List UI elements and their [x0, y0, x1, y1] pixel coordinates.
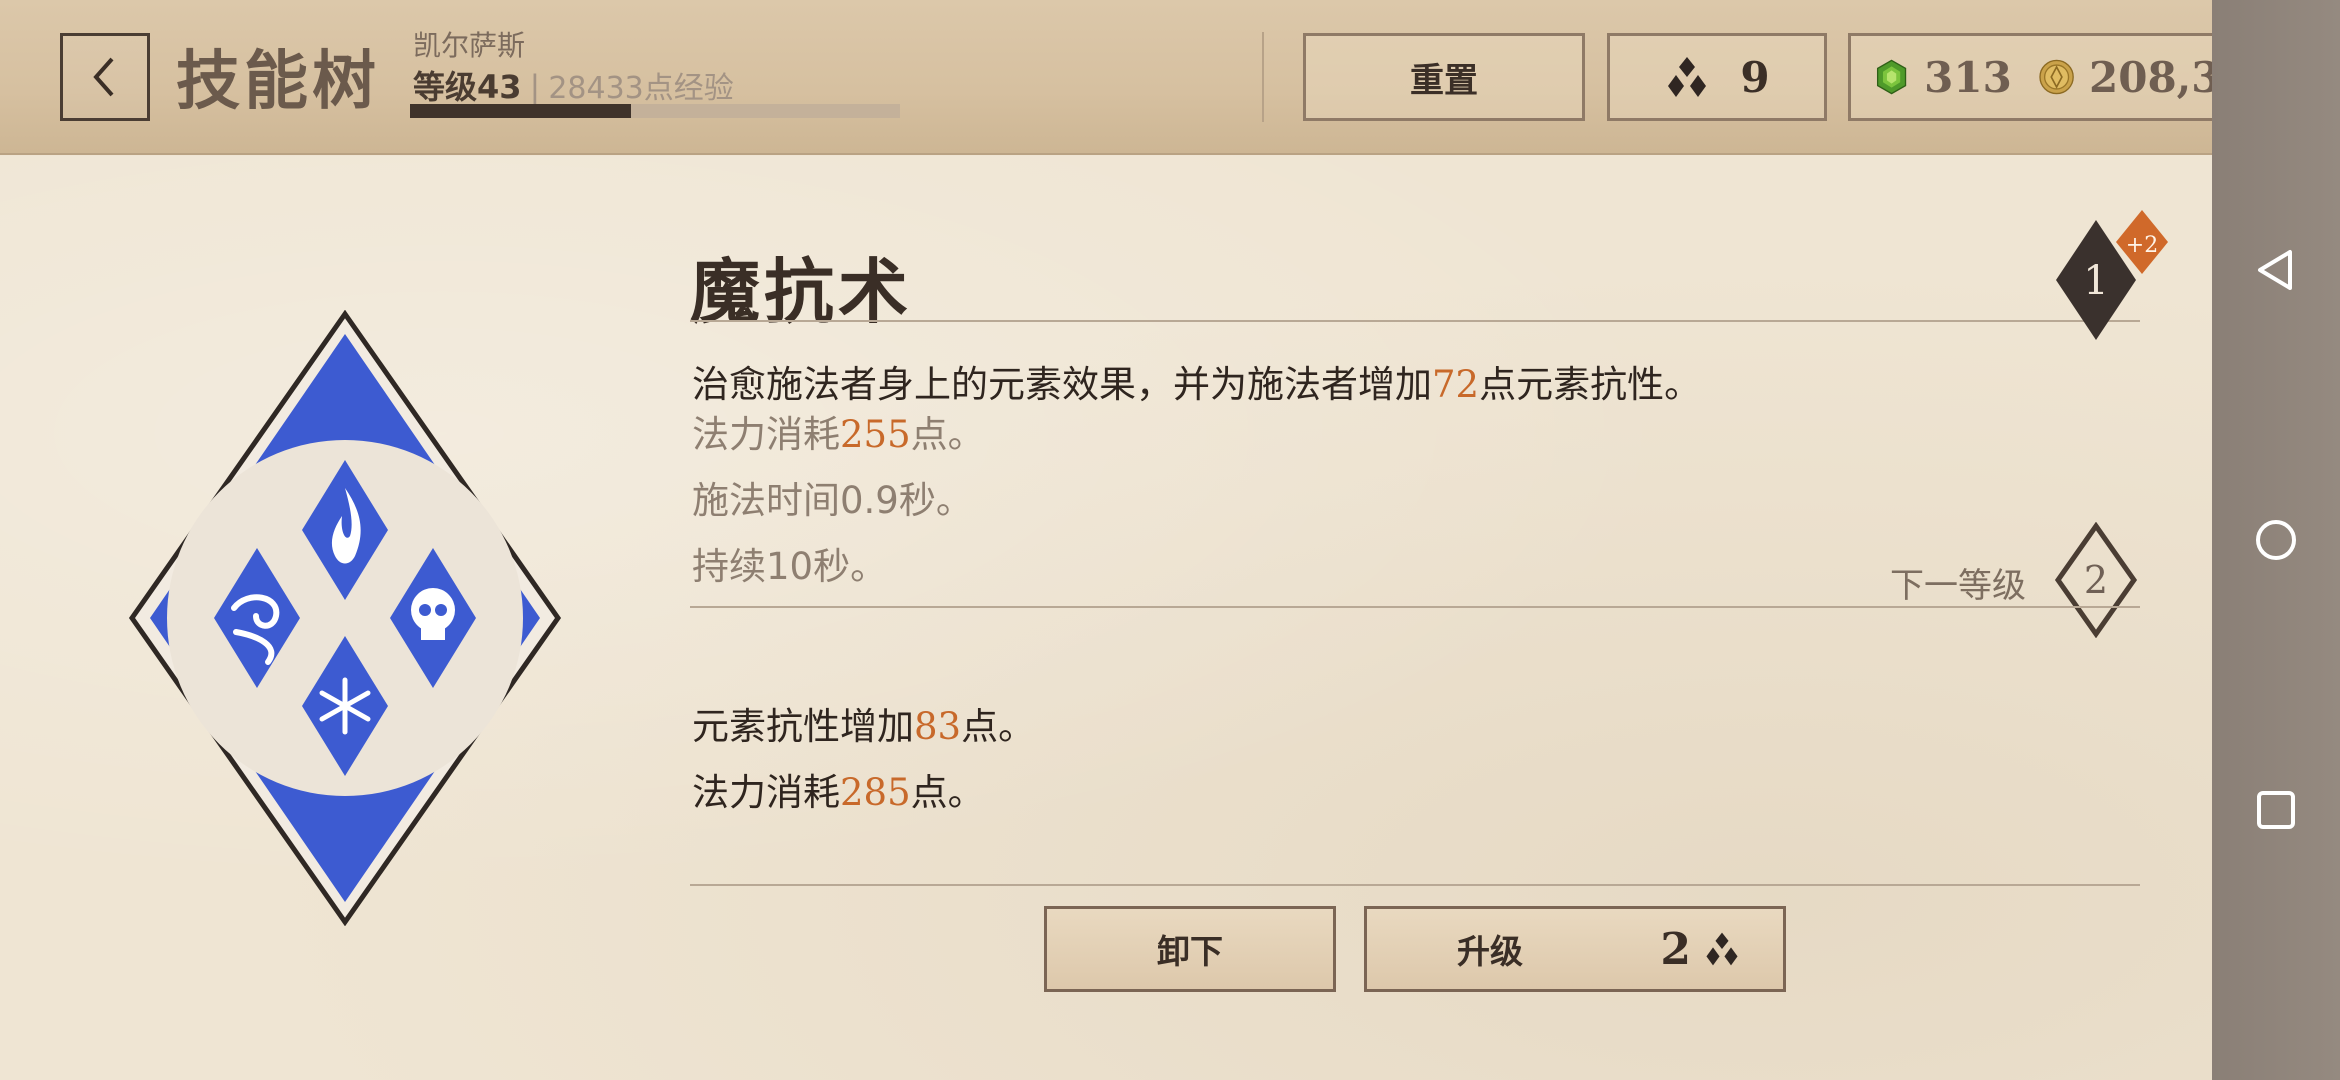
upgrade-cost-value: 2 [1660, 923, 1691, 975]
next-mana-cost-suffix: 点。 [910, 771, 985, 814]
xp-label: 28433点经验 [548, 71, 734, 106]
mana-cost: 法力消耗255点。 [692, 404, 985, 458]
duration: 持续10秒。 [692, 545, 888, 588]
nav-back-icon[interactable] [2244, 238, 2308, 302]
skill-rank-badge: 1 +2 [2056, 210, 2168, 340]
divider [1262, 32, 1264, 122]
next-level-badge: 2 [2054, 522, 2138, 638]
elemental-resistance-icon [128, 310, 562, 926]
divider [690, 320, 2140, 322]
back-button[interactable] [60, 33, 150, 121]
upgrade-label: 升级 [1457, 932, 1523, 971]
description-suffix: 点元素抗性。 [1479, 363, 1702, 406]
divider [690, 606, 2140, 608]
next-resistance: 元素抗性增加83点。 [692, 696, 1035, 750]
rank-bonus: +2 [2126, 233, 2158, 258]
skill-point-icon [1668, 57, 1707, 97]
next-mana-cost-value: 285 [840, 771, 911, 814]
gold-coin-icon [2039, 59, 2074, 95]
skill-points-count: 9 [1740, 52, 1770, 102]
level-separator: | [529, 68, 541, 106]
page-title: 技能树 [176, 45, 380, 119]
xp-progress-fill [410, 104, 631, 118]
next-level-value: 2 [2084, 558, 2108, 602]
divider [690, 884, 2140, 886]
level-label: 等级43 [413, 68, 522, 106]
skill-description: 治愈施法者身上的元素效果，并为施法者增加72点元素抗性。 [692, 354, 1701, 408]
cast-time: 施法时间0.9秒。 [692, 479, 973, 522]
mana-cost-label: 法力消耗 [692, 413, 840, 456]
reset-button[interactable]: 重置 [1303, 33, 1585, 121]
mana-cost-suffix: 点。 [910, 413, 985, 456]
top-bar: 技能树 凯尔萨斯 等级43 | 28433点经验 重置 9 313 208,338 … [0, 0, 2287, 155]
next-level-label: 下一等级 [1890, 566, 2026, 606]
skill-points-display[interactable]: 9 [1607, 33, 1827, 121]
xp-progress-bar [410, 104, 900, 118]
nav-home-icon[interactable] [2244, 508, 2308, 572]
resistance-value: 72 [1432, 363, 1480, 406]
next-mana-cost-label: 法力消耗 [692, 771, 840, 814]
gem-icon [1876, 59, 1907, 95]
next-resistance-value: 83 [914, 705, 962, 748]
next-resistance-label: 元素抗性增加 [692, 705, 914, 748]
upgrade-cost: 2 [1660, 924, 1741, 975]
description-text: 治愈施法者身上的元素效果，并为施法者增加 [692, 363, 1432, 406]
unequip-label: 卸下 [1157, 932, 1223, 971]
next-resistance-suffix: 点。 [961, 705, 1036, 748]
level-info: 等级43 | 28433点经验 [413, 62, 734, 108]
gem-count: 313 [1924, 52, 2012, 102]
chevron-left-icon [93, 57, 114, 97]
reset-label: 重置 [1410, 60, 1478, 101]
system-nav-bar [2212, 0, 2340, 1080]
character-name: 凯尔萨斯 [413, 29, 526, 62]
mana-cost-value: 255 [840, 413, 911, 456]
unequip-button[interactable]: 卸下 [1044, 906, 1336, 992]
nav-recents-icon[interactable] [2244, 778, 2308, 842]
skill-point-icon [1706, 932, 1738, 966]
next-mana-cost: 法力消耗285点。 [692, 762, 985, 816]
skill-rank: 1 [2083, 258, 2108, 304]
upgrade-button[interactable]: 升级 2 [1364, 906, 1786, 992]
